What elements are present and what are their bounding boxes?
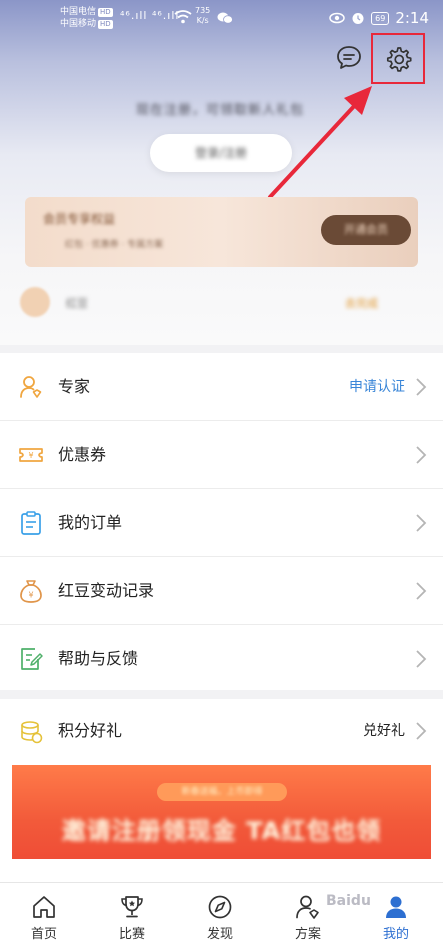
vip-title: 会员专享权益 [43, 212, 116, 226]
chevron-right-icon [416, 446, 427, 464]
menu-item-help-feedback[interactable]: 帮助与反馈 [0, 625, 443, 693]
chevron-right-icon [416, 378, 427, 396]
profile-header: 中国电信 HD 中国移动 HD ⁴⁶.ıll ⁴⁶.ıll 735 K/s 69 2… [0, 0, 443, 345]
tab-match[interactable]: 比赛 [88, 883, 176, 941]
trophy-icon [121, 896, 143, 918]
menu-item-coupon[interactable]: ¥ 优惠券 [0, 421, 443, 489]
alarm-icon [352, 13, 364, 24]
plan-icon [296, 895, 319, 919]
login-register-button[interactable]: 登录/注册 [150, 134, 292, 172]
menu-item-orders[interactable]: 我的订单 [0, 489, 443, 557]
vip-button-label: 开通会员 [344, 223, 388, 236]
tab-label: 我的 [382, 927, 409, 941]
menu-item-red-bean-record[interactable]: ¥ 红豆变动记录 [0, 557, 443, 625]
promo-banner[interactable]: 新春送福，上币即得 邀请注册领现金 TA红包也领 [12, 765, 431, 859]
menu-card: 专家 申请认证 ¥ 优惠券 我的订单 ¥ 红豆变动记录 帮助与反馈 [0, 353, 443, 690]
home-icon [33, 896, 55, 918]
carrier-info: 中国电信 HD 中国移动 HD [60, 6, 113, 30]
compass-icon [208, 895, 232, 919]
money-bag-icon: ¥ [20, 580, 42, 603]
promo-pill: 新春送福，上币即得 [157, 783, 287, 801]
chevron-right-icon [416, 650, 427, 668]
vip-banner[interactable]: 会员专享权益 红包 · 优惠券 · 专属方案 开通会员 [25, 197, 418, 267]
promo-pill-text: 新春送福，上币即得 [181, 787, 263, 797]
points-card: 积分好礼 兑好礼 新春送福，上币即得 邀请注册领现金 TA红包也领 [0, 699, 443, 882]
chevron-right-icon [416, 514, 427, 532]
user-name: 红豆 [66, 297, 88, 310]
menu-item-expert[interactable]: 专家 申请认证 [0, 353, 443, 421]
wechat-icon [217, 12, 233, 24]
network-speed: 735 K/s [195, 6, 210, 26]
battery-icon: 69 [371, 11, 390, 25]
tab-label: 方案 [294, 927, 321, 941]
signal-icon: ⁴⁶.ıll ⁴⁶.ıll [120, 9, 180, 22]
tab-home[interactable]: 首页 [0, 883, 88, 941]
status-right: 69 2:14 [329, 9, 429, 27]
points-gifts-label: 积分好礼 [58, 721, 123, 740]
tab-label: 发现 [206, 927, 233, 941]
login-prompt: 现在注册，可领取新人礼包 [135, 103, 304, 118]
carrier-1: 中国电信 [60, 7, 97, 17]
message-icon[interactable] [334, 43, 364, 73]
bottom-tab-bar: 首页 比赛 发现 方案 我的 [0, 882, 443, 941]
speed-unit: K/s [196, 16, 209, 25]
hd-badge: HD [98, 8, 113, 17]
avatar [20, 287, 50, 317]
eye-icon [329, 12, 345, 24]
menu-item-label: 优惠券 [58, 445, 107, 464]
tab-plan[interactable]: 方案 [264, 883, 352, 941]
wifi-icon [174, 10, 192, 24]
user-summary-row[interactable]: 红豆 去完成 [0, 283, 443, 323]
speed-value: 735 [195, 6, 211, 15]
tab-discover[interactable]: 发现 [176, 883, 264, 941]
vip-subtitle: 红包 · 优惠券 · 专属方案 [65, 240, 164, 250]
promo-headline: 邀请注册领现金 TA红包也领 [61, 817, 382, 845]
chevron-right-icon [416, 722, 427, 740]
svg-text:¥: ¥ [28, 451, 33, 460]
menu-item-label: 专家 [58, 377, 91, 396]
redeem-gifts-link[interactable]: 兑好礼 [363, 699, 405, 763]
clock: 2:14 [395, 9, 429, 27]
carrier-2: 中国移动 [60, 19, 97, 29]
chevron-right-icon [416, 582, 427, 600]
menu-item-points-gifts[interactable]: 积分好礼 兑好礼 [0, 699, 443, 763]
tab-mine[interactable]: 我的 [352, 883, 440, 941]
login-button-label: 登录/注册 [194, 146, 248, 160]
expert-icon [20, 376, 42, 398]
user-task-tag[interactable]: 去完成 [345, 295, 378, 311]
hd-badge: HD [98, 20, 113, 29]
settings-highlight-box [371, 33, 425, 84]
svg-text:¥: ¥ [28, 591, 33, 600]
profile-icon [386, 896, 406, 918]
tab-label: 首页 [30, 927, 57, 941]
menu-item-label: 帮助与反馈 [58, 649, 139, 668]
tab-label: 比赛 [118, 927, 145, 941]
vip-open-button[interactable]: 开通会员 [321, 215, 411, 245]
watermark: Baidu [326, 893, 371, 909]
apply-certification-link[interactable]: 申请认证 [349, 353, 405, 421]
feedback-icon [21, 648, 43, 670]
coins-icon [21, 721, 43, 744]
order-icon [21, 511, 41, 535]
menu-item-label: 我的订单 [58, 513, 123, 532]
coupon-icon: ¥ [19, 448, 43, 462]
menu-item-label: 红豆变动记录 [58, 581, 155, 600]
